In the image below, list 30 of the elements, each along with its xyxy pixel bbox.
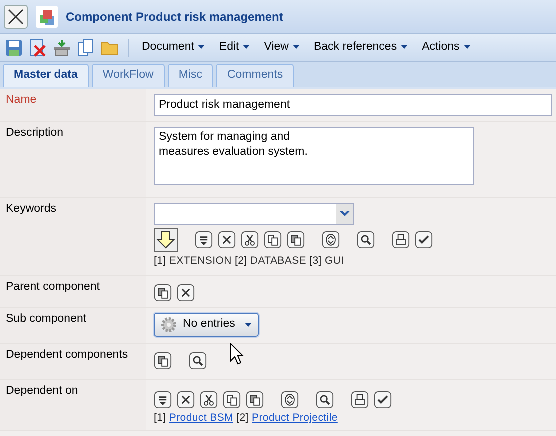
window-title: Component Product risk management bbox=[66, 8, 284, 26]
menu-button[interactable]: View bbox=[260, 38, 304, 56]
tab[interactable]: Comments bbox=[216, 64, 294, 88]
field-label: Dependent on bbox=[6, 385, 78, 398]
field-label: Parent component bbox=[6, 281, 100, 294]
menu-button[interactable]: Document bbox=[138, 38, 210, 56]
tab[interactable]: Misc bbox=[168, 64, 214, 88]
tab[interactable]: Master data bbox=[3, 64, 89, 88]
text-field[interactable]: Product risk management bbox=[154, 94, 552, 116]
reference-link[interactable]: Product Projectile bbox=[252, 412, 338, 424]
tab[interactable]: WorkFlow bbox=[92, 64, 165, 88]
entry-index: [1] bbox=[154, 255, 166, 268]
text-area[interactable]: System for managing and measures evaluation system. bbox=[154, 127, 474, 186]
dropdown-button[interactable]: No entries bbox=[154, 313, 260, 338]
keyword: EXTENSION bbox=[169, 255, 232, 268]
menu-button[interactable]: Back references bbox=[310, 38, 412, 56]
menu-button[interactable]: Edit bbox=[215, 38, 254, 56]
field-label: Sub component bbox=[6, 313, 87, 326]
entry-index: [2] bbox=[235, 255, 248, 268]
entry-index: [2] bbox=[236, 412, 249, 424]
field-label: Keywords bbox=[6, 203, 56, 216]
reference-link[interactable]: Product BSM bbox=[169, 412, 234, 424]
field-label: Name bbox=[6, 94, 37, 106]
menu-button[interactable]: Actions bbox=[418, 38, 475, 56]
field-label: Description bbox=[6, 127, 64, 140]
entry-index: [3] bbox=[310, 255, 322, 268]
entry-index: [1] bbox=[154, 412, 166, 424]
keyword: GUI bbox=[325, 255, 344, 268]
keyword: DATABASE bbox=[250, 255, 306, 268]
field-label: Dependent components bbox=[6, 349, 128, 362]
